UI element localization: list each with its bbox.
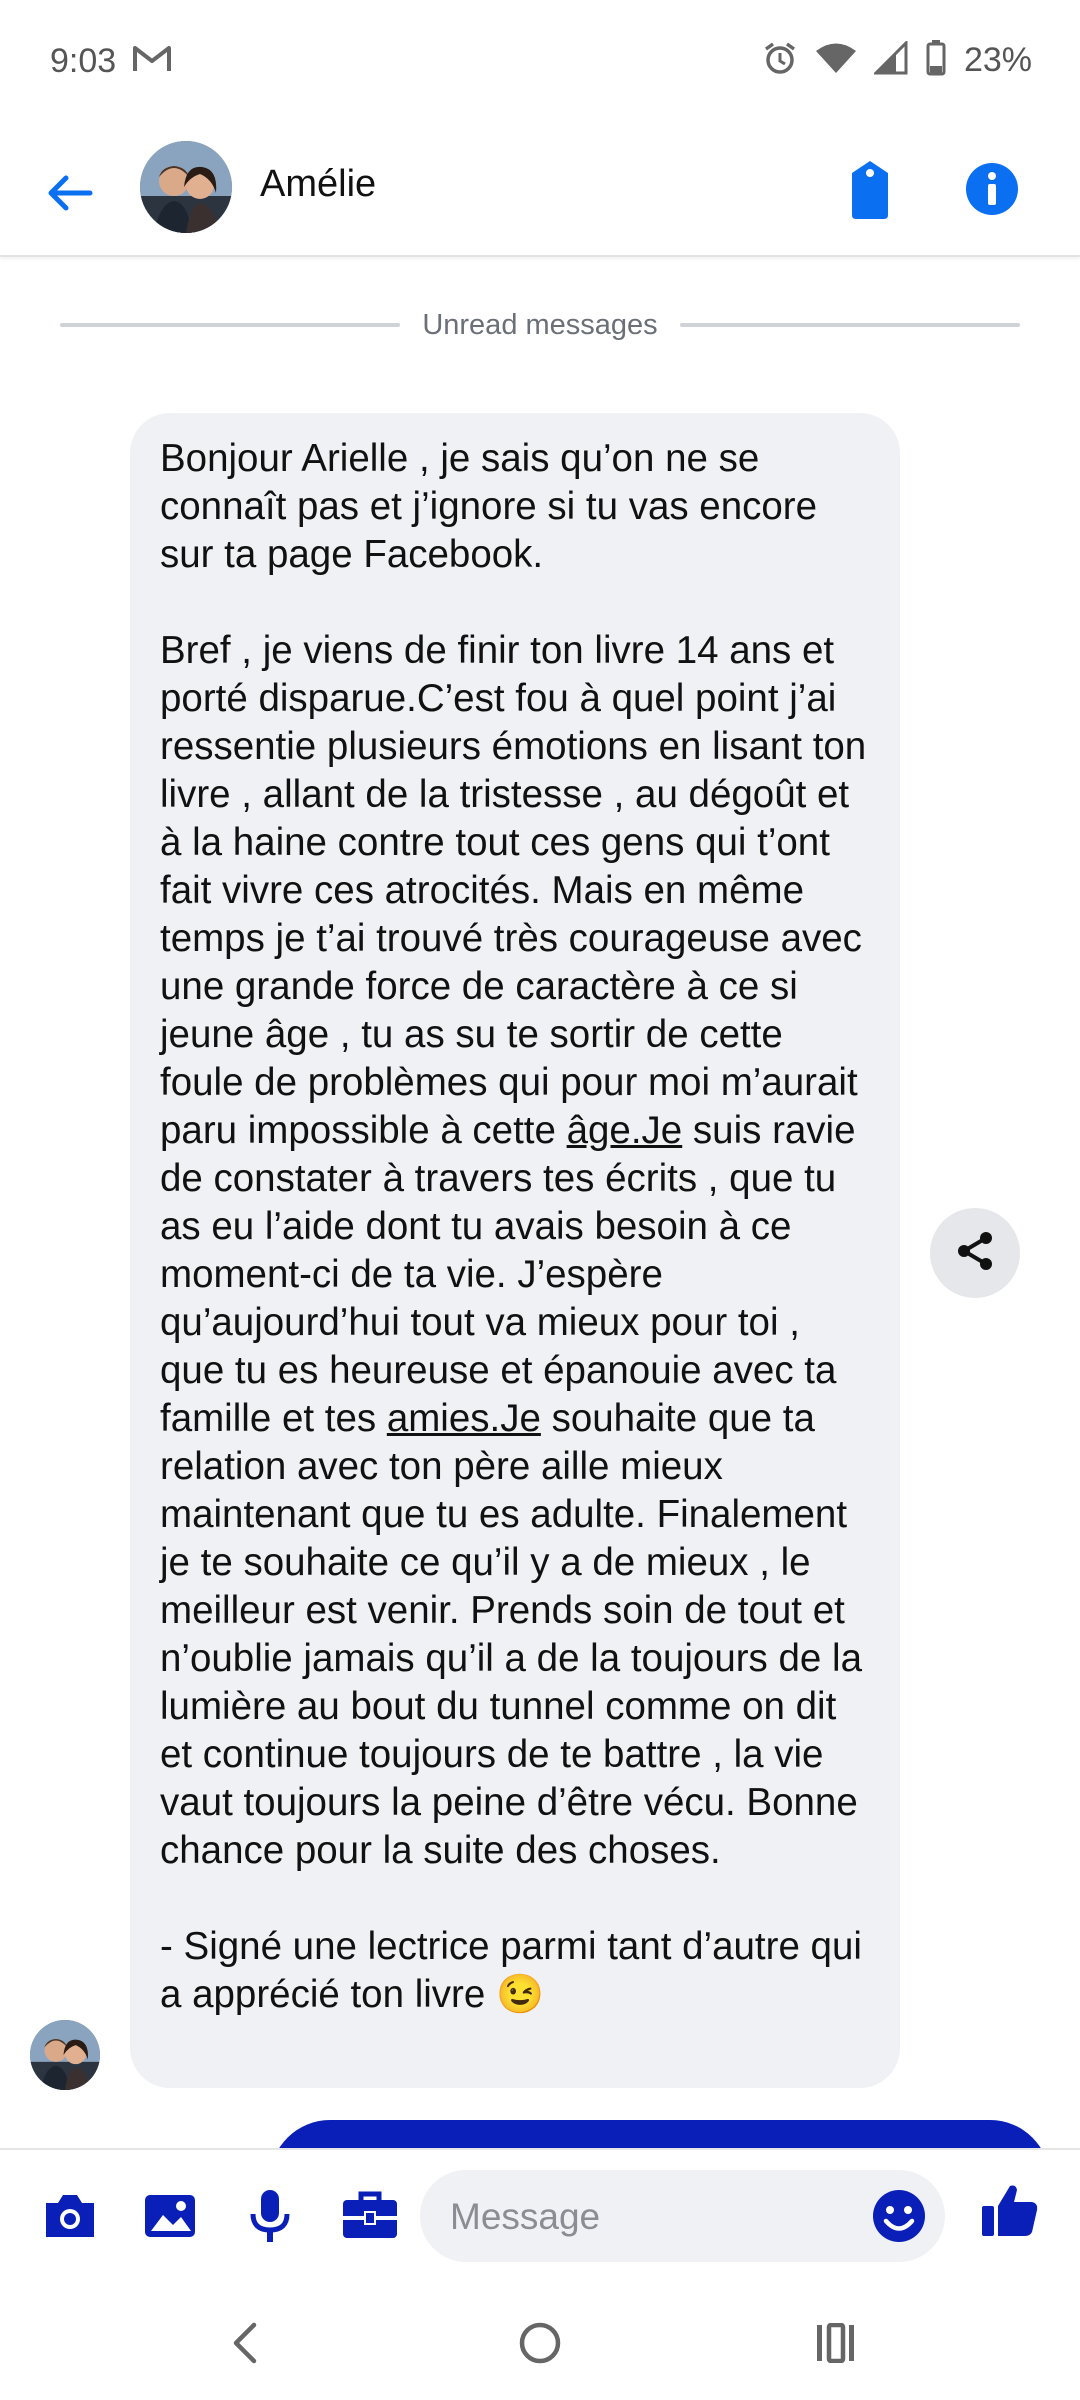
microphone-icon[interactable]: [240, 2186, 300, 2246]
share-button[interactable]: [930, 1208, 1020, 1298]
unread-divider: Unread messages: [60, 300, 1020, 350]
info-icon[interactable]: [962, 159, 1022, 224]
contact-avatar[interactable]: [140, 141, 232, 233]
back-arrow-icon[interactable]: [40, 163, 100, 223]
message-text: suis ravie de constater à travers tes éc…: [160, 1109, 867, 1440]
message-link[interactable]: amies.Je: [387, 1397, 541, 1440]
nav-recents-icon[interactable]: [800, 2308, 870, 2378]
contact-name[interactable]: Amélie: [260, 163, 376, 206]
message-text: souhaite que ta relation avec ton père a…: [160, 1397, 873, 1872]
message-paragraph-1: Bonjour Arielle , je sais qu’on ne se co…: [160, 437, 828, 576]
wifi-icon: [815, 42, 856, 79]
message-spacer: [160, 579, 870, 627]
share-icon: [954, 1230, 996, 1277]
divider-line-left: [60, 323, 401, 327]
battery-percent: 23%: [963, 41, 1032, 79]
message-bubble[interactable]: Bonjour Arielle , je sais qu’on ne se co…: [130, 413, 900, 2088]
toolbox-icon[interactable]: [340, 2186, 400, 2246]
sender-avatar[interactable]: [30, 2020, 100, 2090]
message-spacer: [160, 1875, 870, 1923]
message-composer: [0, 2148, 1080, 2280]
system-navigation-bar: [0, 2278, 1080, 2400]
gallery-icon[interactable]: [140, 2186, 200, 2246]
emoji-icon[interactable]: [871, 2188, 927, 2249]
status-time: 9:03: [50, 42, 117, 80]
message-link[interactable]: âge.Je: [567, 1109, 683, 1152]
unread-label: Unread messages: [422, 308, 658, 341]
gmail-icon: [132, 44, 172, 79]
signal-icon: [872, 39, 908, 80]
divider-line-right: [679, 323, 1020, 327]
message-paragraph-2: Bref , je viens de finir ton livre 14 an…: [160, 627, 870, 1875]
nav-home-icon[interactable]: [505, 2308, 575, 2378]
message-text: Bref , je viens de finir ton livre 14 an…: [160, 629, 877, 1152]
nav-back-icon[interactable]: [210, 2308, 280, 2378]
thumbs-up-icon[interactable]: [980, 2180, 1040, 2245]
camera-icon[interactable]: [40, 2186, 100, 2246]
message-input-box[interactable]: [420, 2170, 945, 2264]
message-input[interactable]: [448, 2170, 852, 2264]
tag-icon[interactable]: [842, 159, 898, 226]
message-paragraph-3: - Signé une lectrice parmi tant d’autre …: [160, 1925, 873, 2016]
alarm-icon: [762, 40, 798, 81]
status-bar: 9:03 23%: [0, 0, 1080, 125]
conversation-header: Amélie: [0, 125, 1080, 257]
battery-icon: [926, 40, 946, 81]
